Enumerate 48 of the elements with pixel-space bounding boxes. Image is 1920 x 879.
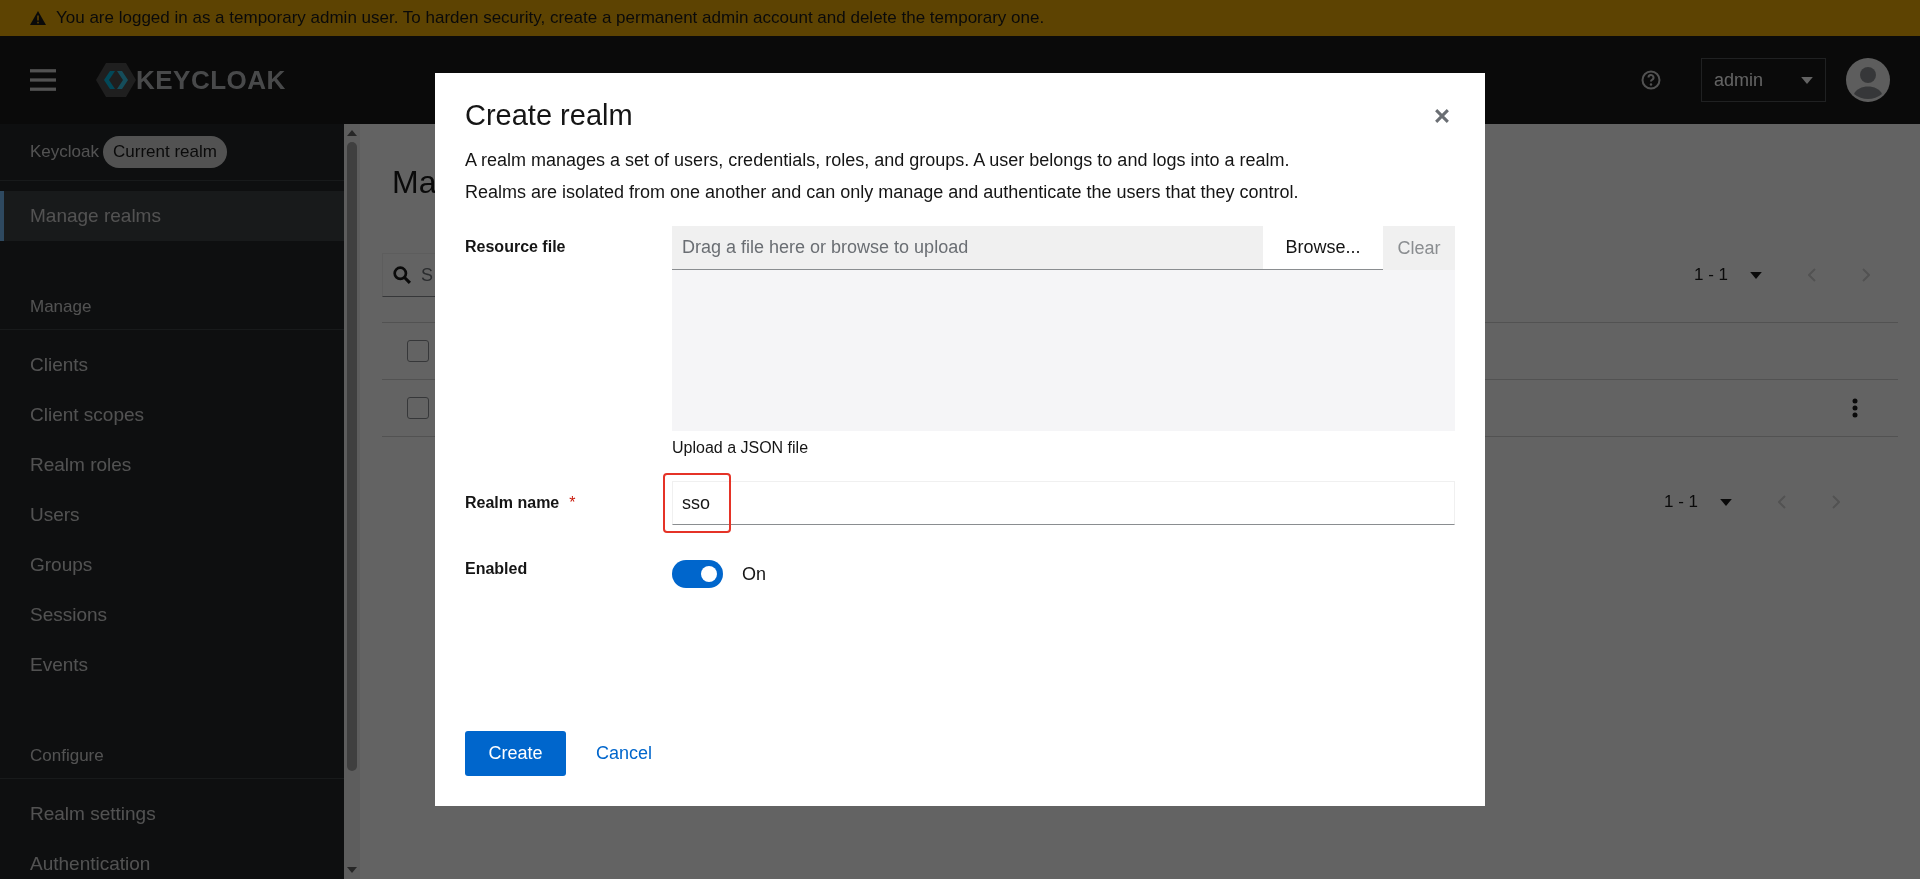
- browse-button[interactable]: Browse...: [1263, 226, 1383, 270]
- caret-icon: [1801, 76, 1813, 84]
- pagination-range[interactable]: 1 - 1: [1693, 265, 1728, 285]
- user-dropdown[interactable]: admin: [1701, 58, 1826, 102]
- scrollbar[interactable]: [344, 124, 360, 879]
- logo-icon: [96, 63, 136, 97]
- kebab-icon[interactable]: [1852, 398, 1858, 418]
- caret-icon[interactable]: [1720, 498, 1732, 506]
- nav-item[interactable]: Authentication: [0, 839, 344, 879]
- nav-item[interactable]: Events: [0, 640, 344, 690]
- warning-icon: [30, 11, 46, 25]
- help-icon[interactable]: [1641, 70, 1661, 90]
- menu-icon[interactable]: [30, 69, 56, 91]
- caret-icon[interactable]: [1750, 271, 1762, 279]
- nav-item[interactable]: Realm roles: [0, 440, 344, 490]
- avatar-icon[interactable]: [1846, 58, 1890, 102]
- banner-text: You are logged in as a temporary admin user. To harden security, create a permanent admin account and delete the temporary one.: [56, 8, 1045, 28]
- scroll-up-icon[interactable]: [347, 130, 357, 136]
- realm-badge: Current realm: [103, 136, 227, 168]
- checkbox[interactable]: [407, 397, 429, 419]
- dialog-title: Create realm: [465, 99, 633, 132]
- scroll-thumb[interactable]: [347, 142, 357, 771]
- scroll-down-icon[interactable]: [347, 867, 357, 873]
- required-mark: *: [569, 494, 576, 512]
- page-title: Ma: [392, 164, 437, 202]
- field-label: Resource file: [465, 238, 566, 257]
- pagination-range[interactable]: 1 - 1: [1663, 492, 1698, 512]
- nav-item[interactable]: Users: [0, 490, 344, 540]
- nav-item[interactable]: Realm settings: [0, 789, 344, 839]
- checkbox[interactable]: [407, 340, 429, 362]
- realm-name: Keycloak: [30, 142, 99, 162]
- nav-item[interactable]: Groups: [0, 540, 344, 590]
- switch-label: On: [742, 563, 766, 585]
- toggle-switch[interactable]: [672, 560, 723, 588]
- field-label: Enabled: [465, 560, 528, 579]
- create-button[interactable]: Create: [465, 731, 566, 776]
- realm-name-field[interactable]: sso: [672, 481, 1455, 525]
- close-icon[interactable]: [1435, 108, 1449, 123]
- dialog-description: A realm manages a set of users, credentials, roles, and groups. A user belongs to and logs into a realm. Realms are isolated from one another and can only manage and authenticate the users that they control.: [465, 149, 1300, 204]
- nav-item[interactable]: Clients: [0, 340, 344, 390]
- cancel-button[interactable]: Cancel: [586, 743, 663, 764]
- nav-item[interactable]: Client scopes: [0, 390, 344, 440]
- helper-text: Upload a JSON file: [672, 439, 810, 457]
- nav-item[interactable]: Sessions: [0, 590, 344, 640]
- field-label: Realm name: [465, 494, 560, 512]
- highlight-box: [663, 473, 731, 533]
- logo-text: KEYCLOAK: [136, 64, 286, 96]
- search-icon: [393, 266, 411, 284]
